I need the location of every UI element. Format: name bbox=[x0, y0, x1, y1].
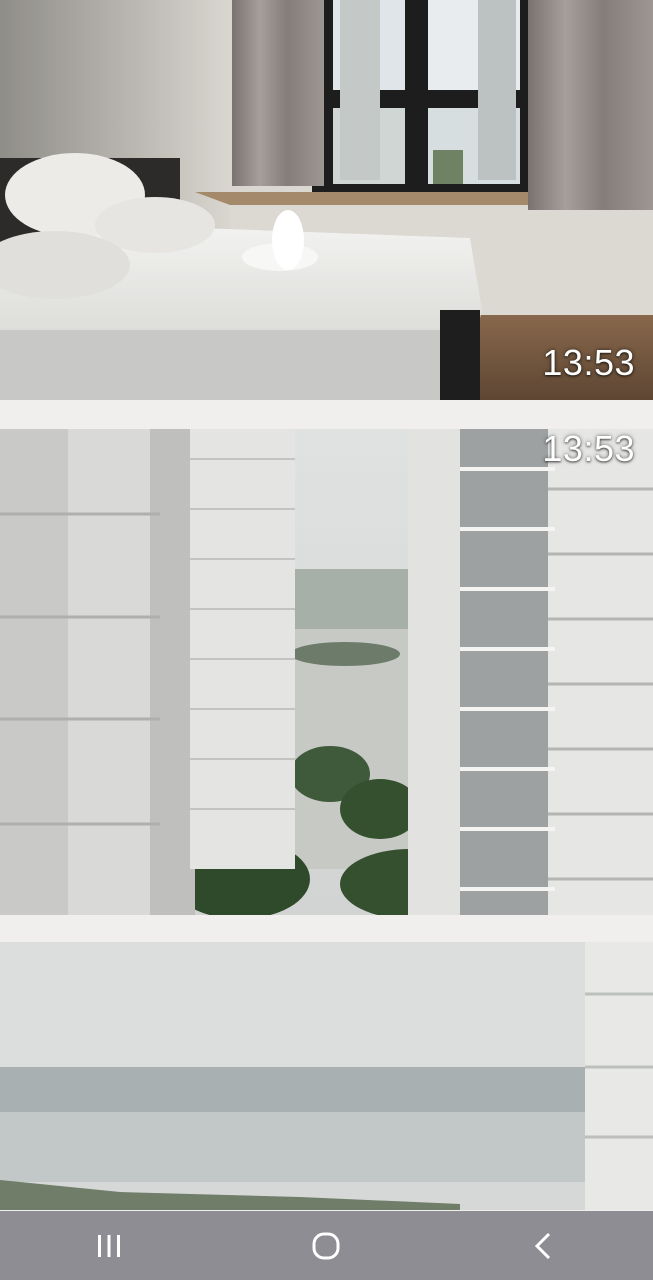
bedroom-image bbox=[0, 0, 653, 400]
home-button[interactable] bbox=[266, 1211, 386, 1280]
recent-apps-button[interactable] bbox=[49, 1211, 169, 1280]
gallery-item-bedroom-photo[interactable]: 13:53 bbox=[0, 0, 653, 400]
video-duration-label: 13:53 bbox=[542, 342, 635, 383]
home-icon bbox=[312, 1232, 340, 1259]
recent-apps-icon bbox=[97, 1234, 120, 1257]
system-navigation-bar bbox=[0, 1211, 653, 1280]
gallery-item-tower-view-photo[interactable]: 13:53 bbox=[0, 428, 653, 915]
back-button[interactable] bbox=[484, 1211, 604, 1280]
tower-view-image bbox=[0, 429, 653, 915]
video-duration-label: 13:53 bbox=[542, 428, 635, 469]
gallery-item-lake-view-photo[interactable] bbox=[0, 942, 653, 1210]
back-icon bbox=[535, 1232, 551, 1259]
lake-view-image bbox=[0, 942, 653, 1210]
